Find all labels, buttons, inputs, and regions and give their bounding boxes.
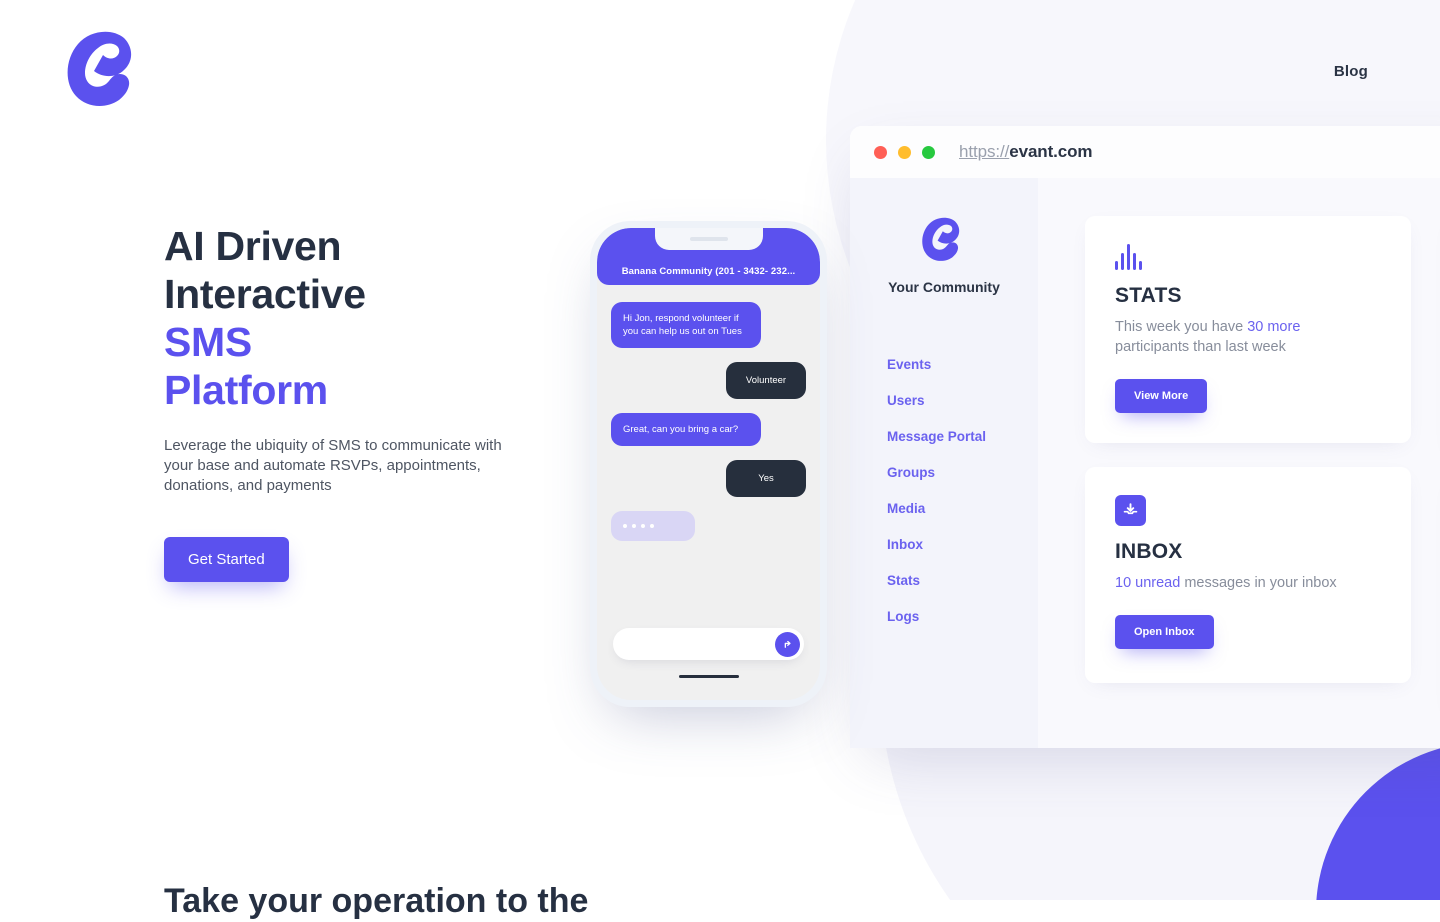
stats-text-after: participants than last week [1115,339,1286,355]
chat-header: Banana Community (201 - 3432- 232... [597,228,820,285]
phone-screen: Banana Community (201 - 3432- 232... Hi … [597,228,820,700]
hero-section: AI Driven Interactive SMS Platform Lever… [164,222,584,582]
chat-thread: Hi Jon, respond volunteer if you can hel… [597,285,820,541]
page-title: AI Driven Interactive SMS Platform [164,222,584,414]
primary-nav: Blog [1334,63,1368,80]
browser-mockup: https://evant.com Your Community Events … [850,126,1440,748]
message-composer[interactable] [613,628,804,660]
send-arrow-icon[interactable] [775,631,800,657]
sidebar-item-groups[interactable]: Groups [887,465,1038,480]
chat-bubble-outgoing: Yes [726,460,806,497]
inbox-text-after: messages in your inbox [1180,575,1337,591]
inbox-card: INBOX 10 unread messages in your inbox O… [1085,467,1411,683]
typing-indicator [611,511,695,541]
app-sidebar: Your Community Events Users Message Port… [850,178,1038,748]
hero-subtext: Leverage the ubiquity of SMS to communic… [164,437,502,494]
headline-line-4: Platform [164,367,328,413]
phone-mockup: Banana Community (201 - 3432- 232... Hi … [590,221,827,707]
stats-highlight: 30 more [1247,319,1301,335]
inbox-download-icon [1115,495,1146,526]
dashboard-panel: STATS This week you have 30 more partici… [1038,178,1440,748]
next-section-heading: Take your operation to the [164,882,589,920]
stats-card: STATS This week you have 30 more partici… [1085,216,1411,443]
sidebar-nav: Events Users Message Portal Groups Media… [850,357,1038,624]
home-indicator [678,674,739,678]
sidebar-title: Your Community [888,279,1000,295]
speaker-grille-icon [689,237,728,241]
sidebar-item-message-portal[interactable]: Message Portal [887,429,1038,444]
phone-notch [654,228,763,250]
sidebar-item-stats[interactable]: Stats [887,573,1038,588]
sidebar-item-users[interactable]: Users [887,393,1038,408]
browser-content: Your Community Events Users Message Port… [850,178,1440,748]
chat-title: Banana Community (201 - 3432- 232... [621,266,796,277]
dashboard-column-primary: STATS This week you have 30 more partici… [1085,216,1411,748]
inbox-card-text: 10 unread messages in your inbox [1115,573,1355,593]
sidebar-item-inbox[interactable]: Inbox [887,537,1038,552]
background-blob-purple [1316,742,1440,900]
stats-text-before: This week you have [1115,319,1248,335]
stats-card-title: STATS [1115,284,1182,307]
inbox-highlight: 10 unread [1115,575,1181,591]
chat-bubble-incoming: Hi Jon, respond volunteer if you can hel… [611,302,761,348]
sidebar-item-events[interactable]: Events [887,357,1038,372]
inbox-card-title: INBOX [1115,540,1183,563]
get-started-button[interactable]: Get Started [164,537,289,582]
headline-line-2: Interactive [164,271,366,317]
chat-bubble-outgoing: Volunteer [726,362,806,399]
chat-bubble-incoming: Great, can you bring a car? [611,413,761,446]
evant-e-logo-icon[interactable] [62,26,148,114]
open-inbox-button[interactable]: Open Inbox [1115,615,1214,649]
headline-line-3: SMS [164,319,252,365]
stats-card-text: This week you have 30 more participants … [1115,317,1315,357]
waveform-icon [1115,244,1381,270]
sidebar-item-media[interactable]: Media [887,501,1038,516]
view-more-button[interactable]: View More [1115,379,1208,413]
headline-line-1: AI Driven [164,223,342,269]
site-header: Blog [0,0,1440,150]
sidebar-item-logs[interactable]: Logs [887,609,1038,624]
sidebar-evant-e-logo-icon [919,214,969,266]
nav-link-blog[interactable]: Blog [1334,63,1368,80]
